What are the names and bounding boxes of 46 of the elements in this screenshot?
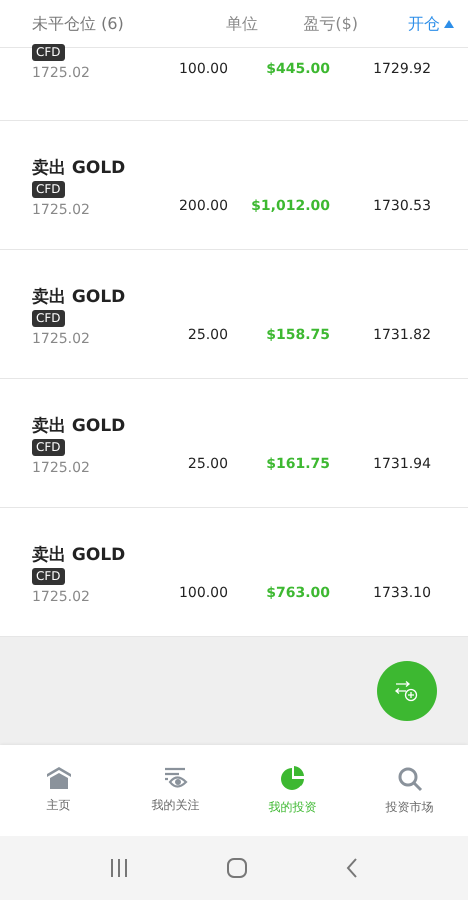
pie-chart-icon	[280, 766, 306, 792]
column-header[interactable]: 开仓	[408, 12, 440, 36]
instrument-title: 卖出 GOLD	[32, 544, 126, 566]
cfd-tag: CFD	[32, 181, 65, 198]
home-icon	[46, 766, 72, 790]
current-price: 1725.02	[32, 201, 90, 220]
open-price: 1730.53	[372, 197, 431, 216]
units-value: 100.00	[178, 60, 228, 79]
instrument-title: 卖出 GOLD	[32, 415, 126, 437]
recents-icon[interactable]	[108, 858, 129, 878]
profit-value: $158.75	[265, 326, 330, 345]
profit-value: $445.00	[265, 60, 330, 79]
sort-ascending-icon	[444, 20, 454, 28]
cfd-tag: CFD	[32, 44, 65, 61]
column-header[interactable]: 单位	[226, 12, 258, 36]
units-value: 25.00	[186, 455, 228, 474]
home-icon[interactable]	[226, 857, 248, 879]
nav-tab[interactable]: 我的关注	[117, 745, 234, 836]
open-price: 1729.92	[372, 60, 431, 79]
current-price: 1725.02	[32, 588, 90, 607]
eye-list-icon	[162, 766, 188, 790]
current-price: 1725.02	[32, 459, 90, 478]
units-value: 100.00	[178, 584, 228, 603]
cfd-tag: CFD	[32, 310, 65, 327]
nav-tab[interactable]: 投资市场	[351, 745, 468, 836]
nav-tab[interactable]: 主页	[0, 745, 117, 836]
back-icon[interactable]	[345, 857, 360, 879]
transfer-add-icon	[394, 680, 420, 702]
open-price: 1731.82	[372, 326, 431, 345]
profit-value: $763.00	[265, 584, 330, 603]
nav-tab[interactable]: 我的投资	[234, 745, 351, 836]
column-header[interactable]: 盈亏($)	[303, 12, 358, 36]
current-price: 1725.02	[32, 64, 90, 83]
profit-value: $1,012.00	[250, 197, 330, 216]
instrument-title: 卖出 GOLD	[32, 286, 126, 308]
open-price: 1733.10	[372, 584, 431, 603]
current-price: 1725.02	[32, 330, 90, 349]
units-value: 200.00	[178, 197, 228, 216]
instrument-title: 卖出 GOLD	[32, 157, 126, 179]
cfd-tag: CFD	[32, 439, 65, 456]
open-price: 1731.94	[372, 455, 431, 474]
search-icon	[396, 766, 422, 792]
units-value: 25.00	[186, 326, 228, 345]
positions-title: 未平仓位 (6)	[32, 12, 125, 34]
cfd-tag: CFD	[32, 568, 65, 585]
profit-value: $161.75	[265, 455, 330, 474]
